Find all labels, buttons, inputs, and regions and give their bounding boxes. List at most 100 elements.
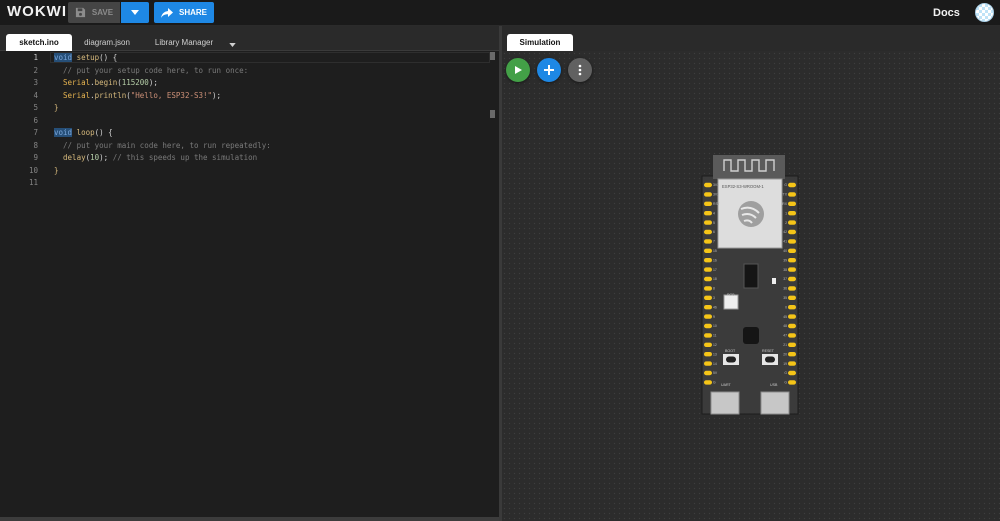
code-function: println <box>94 90 127 100</box>
board-pin[interactable] <box>704 286 712 291</box>
board-pin-label: 6 <box>713 230 715 234</box>
board-pin[interactable] <box>788 295 796 300</box>
code-function: loop <box>76 128 95 137</box>
code-function: setup <box>76 53 100 62</box>
board-pin[interactable] <box>788 267 796 272</box>
smd-resistor <box>772 278 776 284</box>
reset-button[interactable] <box>762 354 778 365</box>
board-pin-label: 15 <box>713 249 717 253</box>
board-pin[interactable] <box>788 333 796 338</box>
board-pin[interactable] <box>788 361 796 366</box>
board-pin[interactable] <box>788 323 796 329</box>
add-part-button[interactable] <box>537 58 561 82</box>
board-pin[interactable] <box>788 201 796 206</box>
tab-library-manager[interactable]: Library Manager <box>146 34 222 51</box>
rgb-label: RGB <box>727 293 735 297</box>
line-number: 1 <box>33 53 38 62</box>
board-pin[interactable] <box>788 276 796 282</box>
code-line: void loop() { <box>54 128 113 137</box>
user-avatar[interactable] <box>975 3 994 22</box>
board-pin[interactable] <box>788 286 796 291</box>
docs-link[interactable]: Docs <box>933 7 960 19</box>
board-pin-label: 10 <box>713 324 717 328</box>
board-pin-label: RX <box>782 202 787 206</box>
board-pin[interactable] <box>704 323 712 329</box>
save-button[interactable]: SAVE <box>68 2 120 23</box>
board-pin[interactable] <box>788 380 796 385</box>
board-pin[interactable] <box>704 220 712 225</box>
board-pin[interactable] <box>704 211 712 216</box>
scrollbar-thumb[interactable] <box>490 52 495 60</box>
board-pin[interactable] <box>704 258 712 263</box>
board-pin[interactable] <box>788 370 796 376</box>
board-pin[interactable] <box>704 342 712 347</box>
module-label: ESP32-S3-WROOM-1 <box>722 184 764 189</box>
board-pin-label: 5V <box>713 371 718 375</box>
code-punct: ); <box>99 153 113 162</box>
board-pin[interactable] <box>704 352 712 357</box>
code-editor[interactable]: 1 2 3 4 5 6 7 8 9 10 11 void setup() { /… <box>0 51 498 519</box>
code-line: // put your main code here, to run repea… <box>54 140 271 150</box>
voltage-regulator <box>743 327 759 344</box>
editor-tab-bar: sketch.ino diagram.json Library Manager <box>0 26 500 51</box>
board-pin[interactable] <box>704 370 712 376</box>
caret-down-icon <box>131 10 139 15</box>
board-pin[interactable] <box>704 239 712 244</box>
board-pin[interactable] <box>788 258 796 263</box>
board-pin[interactable] <box>788 229 796 235</box>
board-pin-label: 3V3 <box>713 193 719 197</box>
share-button[interactable]: SHARE <box>154 2 214 23</box>
line-number: 6 <box>33 115 38 125</box>
wokwi-logo[interactable]: WOKWI <box>7 3 67 20</box>
tab-simulation[interactable]: Simulation <box>507 34 573 51</box>
line-number: 4 <box>33 90 38 100</box>
more-options-button[interactable] <box>568 58 592 82</box>
start-simulation-button[interactable] <box>506 58 530 82</box>
board-pin[interactable] <box>704 201 712 206</box>
native-usb-port[interactable] <box>760 391 790 415</box>
esp32-s3-devkit-board[interactable]: ESP32-S3-WROOM-1 RGB BOOT RESET UART USB… <box>700 154 800 416</box>
board-pin[interactable] <box>704 276 712 282</box>
board-pin[interactable] <box>704 380 712 385</box>
uart-label: UART <box>721 383 732 387</box>
board-pin[interactable] <box>704 192 712 197</box>
board-pin[interactable] <box>788 248 796 253</box>
board-pin[interactable] <box>788 182 796 188</box>
board-pin-label: TX <box>783 193 788 197</box>
board-pin-label: G <box>713 381 716 385</box>
board-pin[interactable] <box>788 211 796 216</box>
board-pin-label: 12 <box>713 343 717 347</box>
board-pin[interactable] <box>704 182 712 188</box>
code-line: Serial.begin(115200); <box>54 78 158 87</box>
board-pin[interactable] <box>704 305 712 310</box>
boot-button[interactable] <box>723 354 739 365</box>
board-pin[interactable] <box>788 305 796 310</box>
tab-diagram-json[interactable]: diagram.json <box>76 34 138 51</box>
board-pin[interactable] <box>704 314 712 319</box>
board-pin[interactable] <box>704 295 712 300</box>
board-pin[interactable] <box>788 352 796 357</box>
reset-label: RESET <box>762 349 775 353</box>
scrollbar-marker <box>490 110 495 118</box>
uart-usb-port[interactable] <box>710 391 740 415</box>
line-number: 10 <box>28 165 38 175</box>
board-pin[interactable] <box>704 229 712 235</box>
board-pin[interactable] <box>788 192 796 197</box>
tab-sketch-ino[interactable]: sketch.ino <box>6 34 72 51</box>
board-pin-label: 1 <box>785 211 787 215</box>
board-pin[interactable] <box>704 248 712 253</box>
board-pin[interactable] <box>788 342 796 347</box>
board-pin[interactable] <box>704 333 712 338</box>
board-pin[interactable] <box>704 267 712 272</box>
code-punct: () { <box>94 128 113 137</box>
code-keyword: void <box>54 128 73 137</box>
board-pin-label: G <box>784 183 787 187</box>
board-pin[interactable] <box>788 314 796 319</box>
save-options-dropdown[interactable] <box>121 2 149 23</box>
code-keyword: void <box>54 53 73 62</box>
board-pin[interactable] <box>704 361 712 366</box>
board-pin[interactable] <box>788 220 796 225</box>
board-pin-label: 11 <box>713 334 717 338</box>
board-pin[interactable] <box>788 239 796 244</box>
board-pin-label: 16 <box>713 258 717 262</box>
